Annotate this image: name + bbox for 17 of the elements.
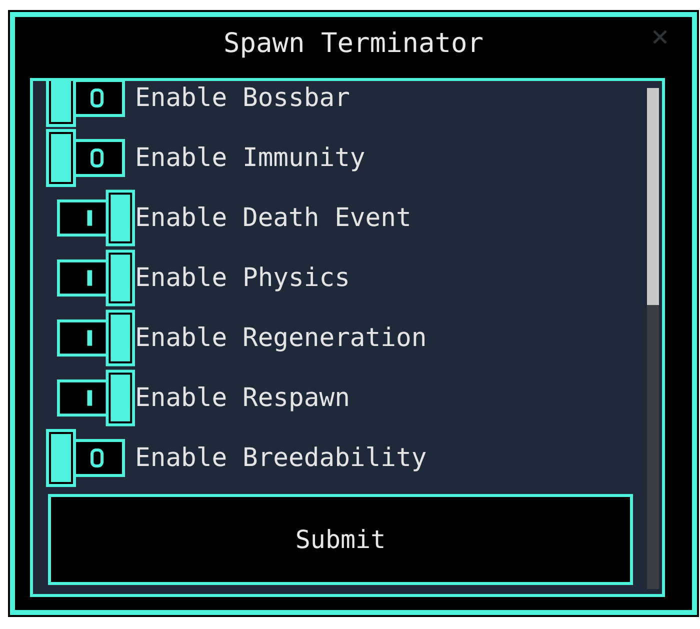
toggle-switch[interactable] [57,249,135,307]
toggle-label: Enable Bossbar [135,83,350,113]
toggle-label: Enable Breedability [135,443,427,473]
toggle-switch[interactable] [57,309,135,367]
toggle-label: Enable Immunity [135,143,366,173]
toggle-label: Enable Regeneration [135,323,427,353]
toggle-switch[interactable] [46,429,126,487]
toggle-switch[interactable] [57,189,135,247]
toggle-label: Enable Respawn [135,383,350,413]
toggle-label: Enable Death Event [135,203,412,233]
submit-button[interactable]: Submit [48,494,633,585]
toggle-switch[interactable] [57,369,135,427]
scrollbar[interactable] [647,88,659,589]
toggle-switch[interactable] [46,129,126,187]
toggle-label: Enable Physics [135,263,350,293]
toggle-switch[interactable] [46,81,126,127]
window-title: Spawn Terminator [223,28,484,59]
